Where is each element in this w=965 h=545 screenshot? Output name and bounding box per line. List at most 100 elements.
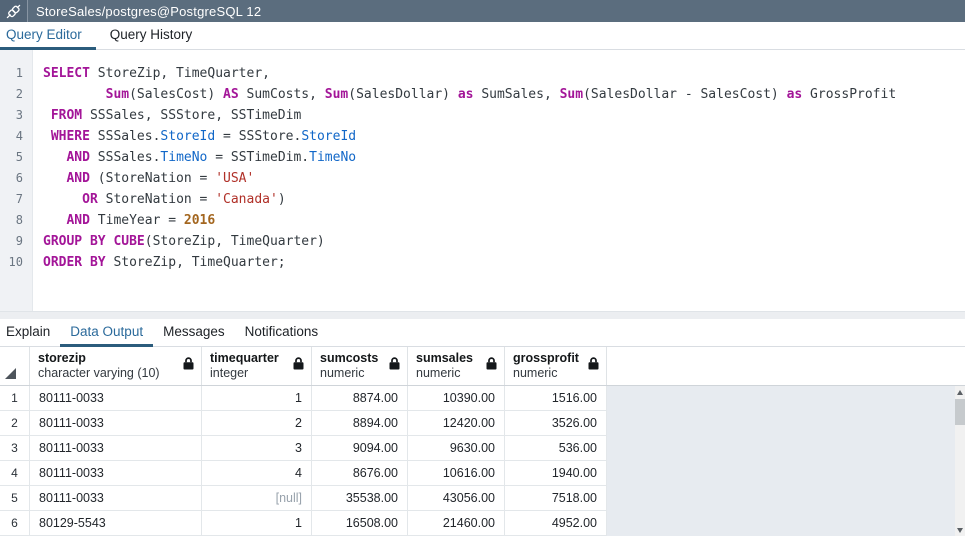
- cell-storezip[interactable]: 80111-0033: [30, 461, 202, 486]
- cell-grossprofit[interactable]: 7518.00: [505, 486, 607, 511]
- cell-sumcosts[interactable]: 9094.00: [312, 436, 408, 461]
- column-header-timequarter[interactable]: timequarterinteger: [202, 347, 312, 385]
- row-number[interactable]: 3: [0, 436, 30, 461]
- cell-storezip[interactable]: 80111-0033: [30, 411, 202, 436]
- cell-timequarter[interactable]: [null]: [202, 486, 312, 511]
- cell-timequarter[interactable]: 2: [202, 411, 312, 436]
- cell-sumsales[interactable]: 10390.00: [408, 386, 505, 411]
- tab-query-history[interactable]: Query History: [96, 22, 207, 50]
- pgadmin-query-tool-window: StoreSales/postgres@PostgreSQL 12 Query …: [0, 0, 965, 545]
- code-line[interactable]: SELECT StoreZip, TimeQuarter,: [43, 63, 965, 84]
- scroll-up-icon[interactable]: [955, 387, 965, 397]
- lock-icon: [588, 357, 599, 375]
- line-number: 8: [0, 210, 23, 231]
- code-line[interactable]: Sum(SalesCost) AS SumCosts, Sum(SalesDol…: [43, 84, 965, 105]
- cell-timequarter[interactable]: 4: [202, 461, 312, 486]
- row-number[interactable]: 2: [0, 411, 30, 436]
- line-number: 10: [0, 252, 23, 273]
- code-line[interactable]: WHERE SSSales.StoreId = SSStore.StoreId: [43, 126, 965, 147]
- cell-storezip[interactable]: 80111-0033: [30, 436, 202, 461]
- lock-icon: [293, 357, 304, 375]
- scrollbar-thumb[interactable]: [955, 399, 965, 425]
- tab-messages[interactable]: Messages: [153, 319, 235, 347]
- code-line[interactable]: AND TimeYear = 2016: [43, 210, 965, 231]
- lock-icon: [183, 357, 194, 375]
- select-all-corner[interactable]: [0, 347, 30, 385]
- cell-sumsales[interactable]: 21460.00: [408, 511, 505, 536]
- tab-explain[interactable]: Explain: [0, 319, 60, 347]
- cell-sumcosts[interactable]: 35538.00: [312, 486, 408, 511]
- line-number: 5: [0, 147, 23, 168]
- cell-sumcosts[interactable]: 8676.00: [312, 461, 408, 486]
- code-line[interactable]: AND SSSales.TimeNo = SSTimeDim.TimeNo: [43, 147, 965, 168]
- column-header-sumsales[interactable]: sumsalesnumeric: [408, 347, 505, 385]
- cell-grossprofit[interactable]: 4952.00: [505, 511, 607, 536]
- column-name: sumcosts: [320, 351, 378, 366]
- column-type: character varying (10): [38, 366, 160, 381]
- code-line[interactable]: ORDER BY StoreZip, TimeQuarter;: [43, 252, 965, 273]
- cell-timequarter[interactable]: 3: [202, 436, 312, 461]
- cell-grossprofit[interactable]: 1940.00: [505, 461, 607, 486]
- column-header-sumcosts[interactable]: sumcostsnumeric: [312, 347, 408, 385]
- cell-grossprofit[interactable]: 1516.00: [505, 386, 607, 411]
- line-number: 7: [0, 189, 23, 210]
- panel-splitter[interactable]: [0, 311, 965, 319]
- cell-storezip[interactable]: 80111-0033: [30, 386, 202, 411]
- cell-sumsales[interactable]: 12420.00: [408, 411, 505, 436]
- output-tab-bar: ExplainData OutputMessagesNotifications: [0, 319, 965, 347]
- code-line[interactable]: OR StoreNation = 'Canada'): [43, 189, 965, 210]
- grid-empty-area: [607, 386, 955, 536]
- cell-sumcosts[interactable]: 8894.00: [312, 411, 408, 436]
- line-number: 9: [0, 231, 23, 252]
- cell-sumcosts[interactable]: 8874.00: [312, 386, 408, 411]
- code-line[interactable]: AND (StoreNation = 'USA': [43, 168, 965, 189]
- cell-sumsales[interactable]: 10616.00: [408, 461, 505, 486]
- cell-grossprofit[interactable]: 3526.00: [505, 411, 607, 436]
- cell-sumsales[interactable]: 43056.00: [408, 486, 505, 511]
- column-name: sumsales: [416, 351, 473, 366]
- vertical-scrollbar[interactable]: [955, 386, 965, 536]
- line-number: 2: [0, 84, 23, 105]
- grid-header-row: storezipcharacter varying (10)timequarte…: [0, 347, 965, 386]
- row-number[interactable]: 1: [0, 386, 30, 411]
- title-bar: StoreSales/postgres@PostgreSQL 12: [0, 0, 965, 22]
- connection-icon: [0, 0, 28, 22]
- cell-sumcosts[interactable]: 16508.00: [312, 511, 408, 536]
- tab-data-output[interactable]: Data Output: [60, 319, 153, 347]
- lock-icon: [389, 357, 400, 375]
- column-name: storezip: [38, 351, 160, 366]
- line-number: 1: [0, 63, 23, 84]
- code-lines[interactable]: SELECT StoreZip, TimeQuarter, Sum(SalesC…: [33, 50, 965, 311]
- column-type: numeric: [320, 366, 378, 381]
- column-name: timequarter: [210, 351, 279, 366]
- connection-title: StoreSales/postgres@PostgreSQL 12: [28, 0, 261, 22]
- code-line[interactable]: FROM SSSales, SSStore, SSTimeDim: [43, 105, 965, 126]
- column-type: numeric: [513, 366, 579, 381]
- tab-query-editor[interactable]: Query Editor: [0, 22, 96, 50]
- data-output-grid: storezipcharacter varying (10)timequarte…: [0, 347, 965, 536]
- code-line[interactable]: GROUP BY CUBE(StoreZip, TimeQuarter): [43, 231, 965, 252]
- cell-storezip[interactable]: 80129-5543: [30, 511, 202, 536]
- line-number: 3: [0, 105, 23, 126]
- sql-editor[interactable]: 12345678910 SELECT StoreZip, TimeQuarter…: [0, 50, 965, 311]
- row-number[interactable]: 4: [0, 461, 30, 486]
- cell-grossprofit[interactable]: 536.00: [505, 436, 607, 461]
- row-number[interactable]: 6: [0, 511, 30, 536]
- tab-notifications[interactable]: Notifications: [235, 319, 329, 347]
- scroll-down-icon[interactable]: [955, 525, 965, 535]
- column-type: numeric: [416, 366, 473, 381]
- editor-tab-bar: Query EditorQuery History: [0, 22, 965, 50]
- cell-timequarter[interactable]: 1: [202, 386, 312, 411]
- grid-body: 180111-003318874.0010390.001516.00280111…: [0, 386, 965, 536]
- line-number: 4: [0, 126, 23, 147]
- column-header-grossprofit[interactable]: grossprofitnumeric: [505, 347, 607, 385]
- column-header-storezip[interactable]: storezipcharacter varying (10): [30, 347, 202, 385]
- line-number-gutter: 12345678910: [0, 50, 33, 311]
- column-name: grossprofit: [513, 351, 579, 366]
- line-number: 6: [0, 168, 23, 189]
- lock-icon: [486, 357, 497, 375]
- cell-sumsales[interactable]: 9630.00: [408, 436, 505, 461]
- cell-timequarter[interactable]: 1: [202, 511, 312, 536]
- row-number[interactable]: 5: [0, 486, 30, 511]
- cell-storezip[interactable]: 80111-0033: [30, 486, 202, 511]
